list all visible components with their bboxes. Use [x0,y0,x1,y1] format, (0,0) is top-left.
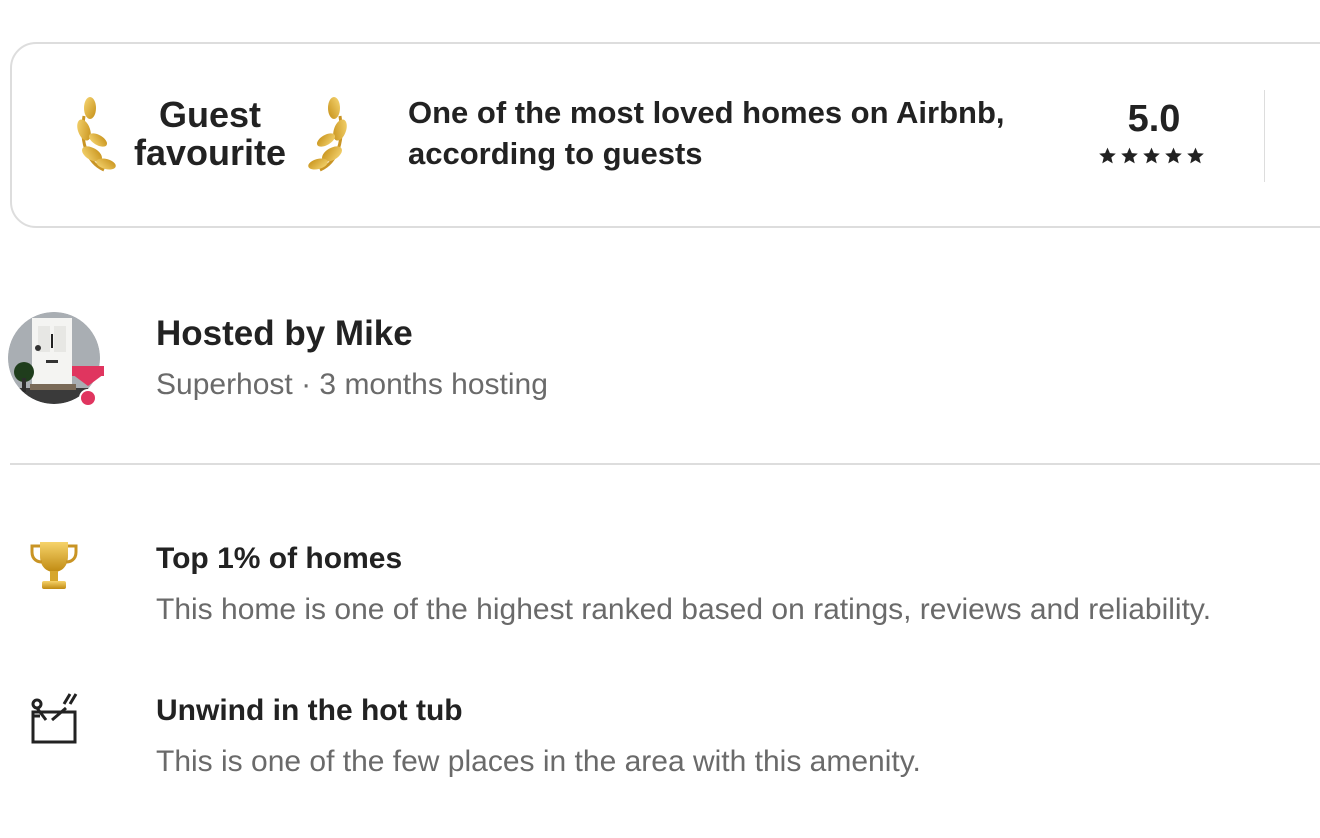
star-icon [1187,147,1204,164]
star-icon [1099,147,1116,164]
section-divider [10,463,1320,465]
star-icon [1143,147,1160,164]
trophy-icon [30,542,78,589]
star-icon [1165,147,1182,164]
highlight-title: Unwind in the hot tub [156,694,463,727]
host-meta: Superhost · 3 months hosting [156,368,548,401]
guest-favourite-title: Guest favourite [133,94,287,173]
host-avatar[interactable] [8,312,104,408]
highlight-description: This is one of the few places in the are… [156,745,921,778]
rating-value: 5.0 [1127,98,1181,140]
superhost-badge-icon [72,366,104,407]
listing-highlights-page: Guest favourite One of the most loved ho… [0,0,1320,838]
card-divider [1264,90,1265,182]
highlight-description: This home is one of the highest ranked b… [156,593,1212,626]
rating-stars [1098,146,1205,165]
hot-tub-icon [31,693,78,744]
host-name[interactable]: Hosted by Mike [156,314,413,354]
highlight-title: Top 1% of homes [156,542,403,575]
laurel-right-icon [308,97,347,172]
guest-favourite-description: One of the most loved homes on Airbnb, a… [408,95,1005,171]
laurel-left-icon [77,97,116,172]
star-icon [1121,147,1138,164]
